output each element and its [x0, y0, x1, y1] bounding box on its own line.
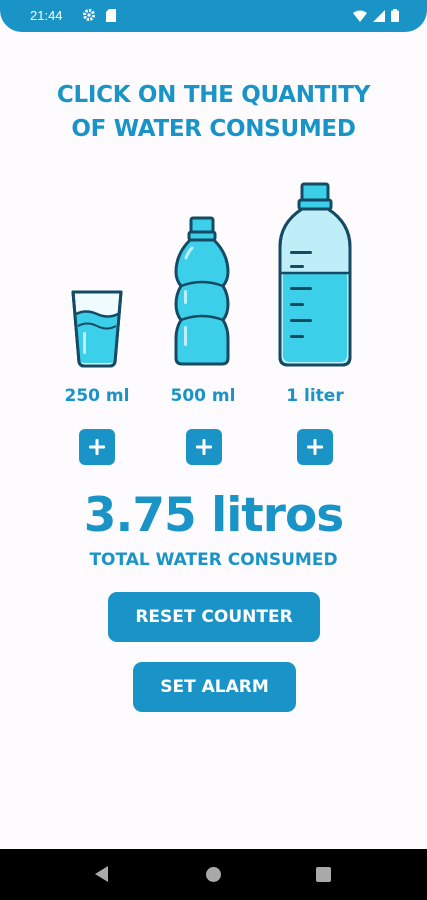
- status-bar: 21:44: [0, 0, 427, 32]
- wifi-icon: [353, 9, 367, 27]
- large-bottle-icon[interactable]: [276, 181, 354, 369]
- home-icon[interactable]: [206, 867, 221, 882]
- plus-icon: [307, 439, 323, 455]
- battery-icon: [391, 9, 399, 27]
- add-500ml-button[interactable]: [186, 429, 222, 465]
- title-line-1: CLICK ON THE QUANTITY: [56, 82, 371, 108]
- recent-apps-icon[interactable]: [316, 867, 331, 882]
- signal-icon: [373, 9, 385, 27]
- gear-icon: [82, 8, 96, 27]
- back-icon[interactable]: [95, 866, 109, 886]
- title-line-2: OF WATER CONSUMED: [71, 116, 356, 142]
- total-water-value: 3.75 litros: [83, 488, 344, 543]
- page-title: CLICK ON THE QUANTITY OF WATER CONSUMED: [0, 78, 427, 146]
- reset-counter-button[interactable]: RESET COUNTER: [108, 592, 320, 642]
- add-250ml-button[interactable]: [79, 429, 115, 465]
- label-250ml: 250 ml: [64, 386, 130, 406]
- status-time: 21:44: [30, 8, 63, 23]
- glass-icon[interactable]: [68, 288, 126, 368]
- small-bottle-icon[interactable]: [172, 214, 232, 368]
- add-1-liter-button[interactable]: [297, 429, 333, 465]
- sd-card-icon: [106, 9, 116, 27]
- plus-icon: [89, 439, 105, 455]
- plus-icon: [196, 439, 212, 455]
- total-water-label: TOTAL WATER CONSUMED: [89, 550, 338, 570]
- label-500ml: 500 ml: [170, 386, 236, 406]
- set-alarm-button[interactable]: SET ALARM: [133, 662, 296, 712]
- label-1-liter: 1 liter: [286, 386, 344, 406]
- navigation-bar: [0, 849, 427, 900]
